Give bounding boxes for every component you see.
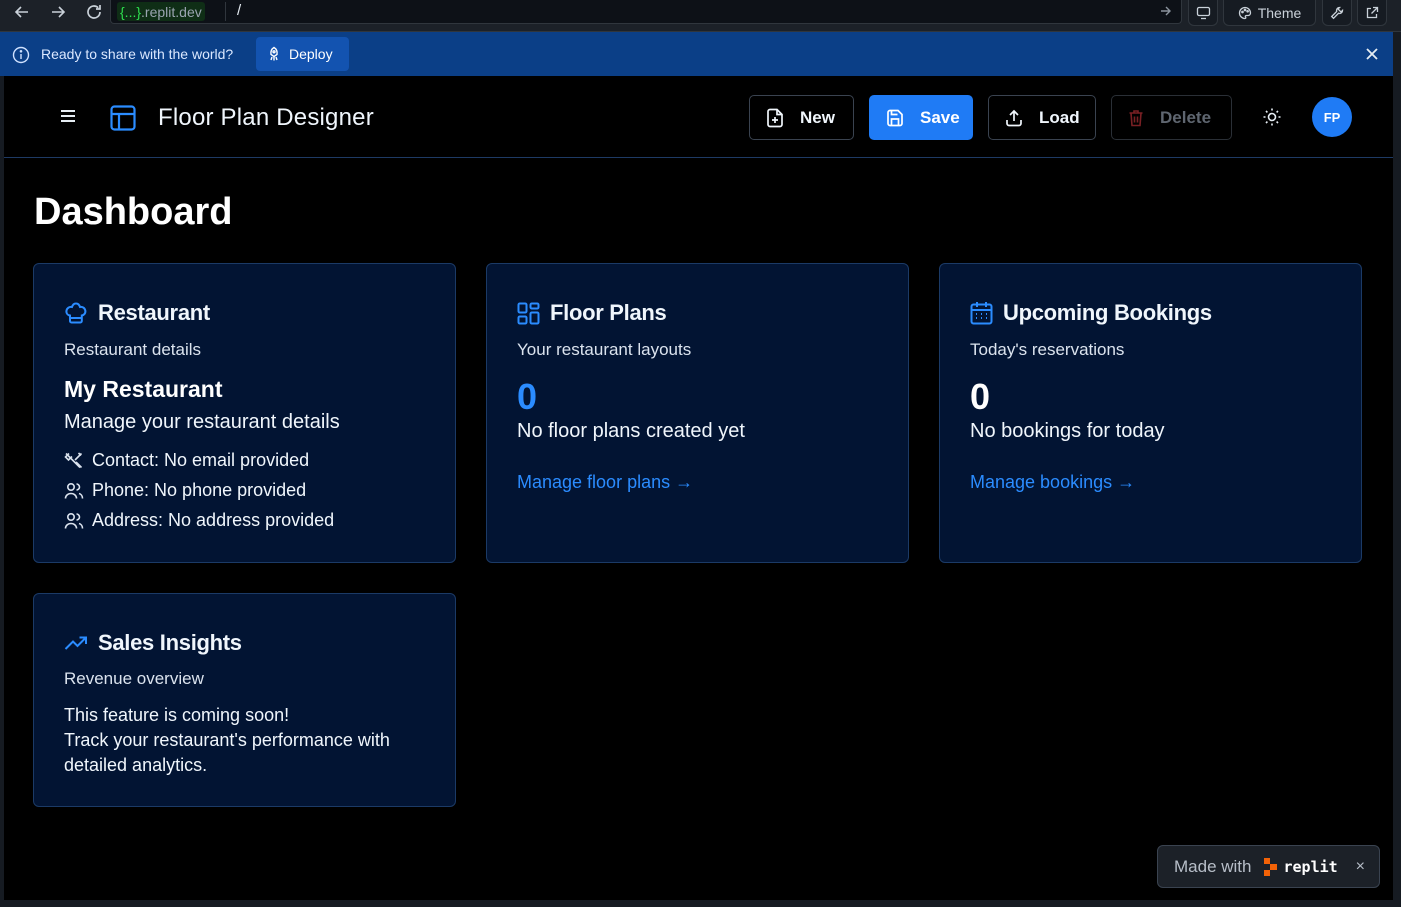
sales-line-1: This feature is coming soon! — [64, 705, 290, 725]
calendar-icon — [970, 302, 993, 325]
bookings-count: 0 — [970, 376, 991, 417]
devices-button[interactable] — [1188, 0, 1218, 26]
address-bar[interactable]: {...} .replit.dev / — [110, 0, 1182, 24]
trash-icon — [1129, 109, 1143, 126]
sun-icon[interactable] — [1262, 107, 1282, 127]
restaurant-address-row: Address: No address provided — [64, 510, 334, 531]
floor-plans-card: Floor Plans Your restaurant layouts 0 No… — [486, 263, 909, 563]
bookings-card: Upcoming Bookings Today's reservations 0… — [939, 263, 1362, 563]
app-viewport: Floor Plan Designer New Save Load Delete… — [4, 76, 1393, 900]
rocket-icon — [270, 46, 278, 61]
sales-card-title: Sales Insights — [98, 630, 242, 655]
delete-button[interactable]: Delete — [1111, 95, 1232, 140]
monitor-icon — [1196, 6, 1210, 19]
restaurant-card-title: Restaurant — [98, 300, 210, 325]
url-host-highlight: {...} — [120, 3, 142, 20]
manage-bookings-link[interactable]: Manage bookings → — [970, 472, 1135, 493]
bookings-card-title: Upcoming Bookings — [1003, 300, 1212, 325]
restaurant-phone: Phone: No phone provided — [92, 480, 307, 500]
floor-plans-count: 0 — [517, 376, 538, 417]
manage-floor-plans-link[interactable]: Manage floor plans → — [517, 472, 693, 493]
frame-bottom-edge — [0, 900, 1401, 907]
file-plus-icon — [767, 108, 783, 127]
users-icon — [64, 512, 84, 529]
url-host: {...} .replit.dev — [117, 2, 205, 21]
load-label: Load — [1039, 107, 1080, 127]
wrench-icon — [1330, 6, 1344, 19]
restaurant-contact-row: Contact: No email provided — [64, 450, 309, 471]
save-icon — [887, 109, 903, 126]
open-new-tab-button[interactable] — [1357, 0, 1387, 26]
save-button[interactable]: Save — [869, 95, 973, 140]
info-icon — [12, 46, 30, 64]
badge-close-icon[interactable]: × — [1356, 858, 1365, 876]
deploy-label: Deploy — [289, 46, 333, 62]
replit-logo: replit — [1263, 857, 1338, 877]
reload-icon[interactable] — [82, 2, 106, 22]
restaurant-description: Manage your restaurant details — [64, 411, 340, 433]
frame-right-edge — [1393, 32, 1401, 907]
back-arrow-icon[interactable] — [10, 2, 34, 22]
restaurant-card: Restaurant Restaurant details My Restaur… — [33, 263, 456, 563]
bookings-card-subtitle: Today's reservations — [970, 340, 1125, 359]
restaurant-address: Address: No address provided — [92, 510, 335, 530]
sales-coming-soon-text: This feature is coming soon! Track your … — [64, 703, 390, 778]
made-with-replit-badge[interactable]: Made with replit × — [1157, 845, 1380, 888]
chef-hat-icon — [65, 302, 87, 324]
restaurant-phone-row: Phone: No phone provided — [64, 480, 306, 501]
forward-arrow-icon[interactable] — [46, 2, 70, 22]
replit-brand-text: replit — [1283, 857, 1338, 876]
utensils-crossed-icon — [64, 451, 83, 468]
deploy-button[interactable]: Deploy — [256, 37, 349, 71]
theme-button[interactable]: Theme — [1223, 0, 1316, 26]
external-link-icon — [1366, 6, 1379, 18]
sales-card-subtitle: Revenue overview — [64, 669, 204, 688]
browser-toolbar: {...} .replit.dev / Theme — [0, 0, 1401, 32]
layout-logo-icon — [109, 104, 137, 132]
upload-icon — [1006, 109, 1022, 126]
hamburger-menu-icon[interactable] — [59, 107, 77, 125]
made-with-label: Made with — [1174, 856, 1252, 876]
restaurant-contact: Contact: No email provided — [92, 450, 310, 470]
bookings-card-header: Upcoming Bookings — [970, 300, 1212, 326]
sales-line-3: detailed analytics. — [64, 755, 208, 775]
restaurant-card-header: Restaurant — [64, 300, 210, 326]
replit-mark-icon — [1264, 857, 1278, 876]
app-header: Floor Plan Designer New Save Load Delete… — [4, 76, 1393, 158]
floor-plans-card-subtitle: Your restaurant layouts — [517, 340, 692, 359]
close-icon[interactable] — [1365, 47, 1379, 61]
load-button[interactable]: Load — [988, 95, 1096, 140]
new-button[interactable]: New — [749, 95, 854, 140]
devtools-button[interactable] — [1322, 0, 1352, 26]
layout-grid-icon — [517, 302, 540, 324]
avatar[interactable]: FP — [1312, 97, 1352, 137]
delete-label: Delete — [1160, 107, 1212, 127]
floor-plans-card-header: Floor Plans — [517, 300, 667, 326]
go-arrow-icon[interactable] — [1159, 4, 1173, 18]
restaurant-name: My Restaurant — [64, 376, 223, 402]
deploy-banner: Ready to share with the world? Deploy — [0, 32, 1393, 76]
users-icon — [64, 482, 84, 499]
url-path: / — [237, 2, 242, 19]
restaurant-card-subtitle: Restaurant details — [64, 340, 202, 359]
url-host-domain: .replit.dev — [141, 3, 202, 20]
sales-line-2: Track your restaurant's performance with — [64, 730, 390, 750]
url-divider — [225, 2, 226, 21]
save-label: Save — [920, 107, 960, 127]
bookings-note: No bookings for today — [970, 420, 1165, 442]
theme-label: Theme — [1257, 4, 1302, 21]
banner-message: Ready to share with the world? — [41, 46, 234, 62]
new-label: New — [800, 107, 835, 127]
sales-insights-card: Sales Insights Revenue overview This fea… — [33, 593, 456, 807]
page-title: Dashboard — [34, 191, 233, 233]
floor-plans-note: No floor plans created yet — [517, 420, 745, 442]
trending-up-icon — [64, 636, 87, 650]
floor-plans-card-title: Floor Plans — [550, 300, 667, 325]
sales-card-header: Sales Insights — [64, 630, 242, 656]
palette-icon — [1238, 6, 1251, 19]
app-title: Floor Plan Designer — [158, 104, 374, 131]
